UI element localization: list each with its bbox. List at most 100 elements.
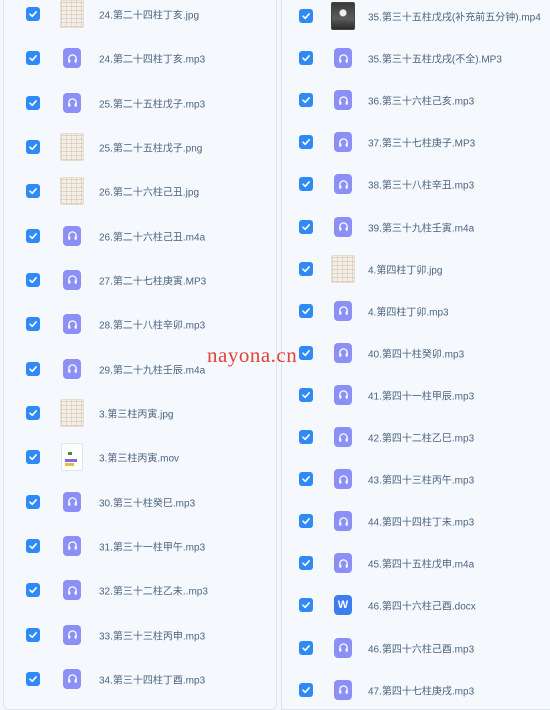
- row-checkbox[interactable]: [299, 556, 313, 571]
- headphones-icon: [334, 174, 352, 195]
- file-row[interactable]: 38.第三十八柱辛丑.mp3: [282, 166, 550, 202]
- file-row[interactable]: 4.第四柱丁卯.jpg: [282, 251, 550, 287]
- row-checkbox[interactable]: [26, 583, 40, 598]
- audio-file-icon: [331, 466, 355, 492]
- file-row[interactable]: W 46.第四十六柱己酉.docx: [282, 587, 550, 623]
- file-row[interactable]: 3.第三柱丙寅.jpg: [4, 395, 276, 431]
- file-row[interactable]: 24.第二十四柱丁亥.jpg: [4, 0, 276, 32]
- row-checkbox[interactable]: [299, 387, 313, 402]
- file-row[interactable]: 41.第四十一柱甲辰.mp3: [282, 377, 550, 413]
- file-row[interactable]: 31.第三十一柱甲午.mp3: [4, 528, 276, 564]
- headphones-icon: [63, 314, 81, 335]
- row-checkbox[interactable]: [299, 682, 313, 697]
- headphones-icon: [334, 48, 352, 69]
- photo-thumbnail-icon: [331, 2, 355, 30]
- file-name: 37.第三十七柱庚子.MP3: [368, 138, 476, 150]
- image-thumbnail-icon: [60, 398, 84, 427]
- file-name: 43.第四十三柱丙午.mp3: [368, 475, 475, 487]
- audio-file-icon: [331, 45, 355, 71]
- file-row[interactable]: 47.第四十七柱庚戌.mp3: [282, 672, 550, 708]
- file-list-right-panel: 35.第三十五柱戊戌(补充前五分钟).mp4 35.第三十五柱戊戌(不全).MP3…: [281, 0, 550, 710]
- file-row[interactable]: 25.第二十五柱戊子.png: [4, 129, 276, 165]
- row-checkbox[interactable]: [26, 7, 40, 21]
- photo-thumbnail-icon: [331, 254, 355, 283]
- image-thumbnail-icon: [60, 177, 84, 206]
- file-row[interactable]: 33.第三十三柱丙申.mp3: [4, 617, 276, 653]
- file-list-right: 35.第三十五柱戊戌(补充前五分钟).mp4 35.第三十五柱戊戌(不全).MP3…: [282, 0, 550, 709]
- file-row[interactable]: 42.第四十二柱乙巳.mp3: [282, 419, 550, 455]
- audio-file-icon: [60, 622, 84, 648]
- headphones-icon: [334, 300, 352, 321]
- headphones-icon: [63, 668, 81, 689]
- row-checkbox[interactable]: [26, 139, 40, 154]
- row-checkbox[interactable]: [26, 228, 40, 243]
- audio-file-icon: [60, 267, 84, 293]
- row-checkbox[interactable]: [26, 538, 40, 553]
- headphones-icon: [334, 427, 352, 447]
- row-checkbox[interactable]: [26, 51, 40, 66]
- file-row[interactable]: 34.第三十四柱丁酉.mp3: [4, 661, 276, 697]
- row-checkbox[interactable]: [26, 405, 40, 420]
- row-checkbox[interactable]: [299, 135, 313, 150]
- file-row[interactable]: 25.第二十五柱戊子.mp3: [4, 85, 276, 121]
- audio-file-icon: [331, 340, 355, 366]
- row-checkbox[interactable]: [299, 261, 313, 276]
- file-row[interactable]: 3.第三柱丙寅.mov: [4, 439, 276, 475]
- row-checkbox[interactable]: [299, 598, 313, 613]
- file-row[interactable]: 32.第三十二柱乙未..mp3: [4, 572, 276, 608]
- row-checkbox[interactable]: [26, 272, 40, 287]
- file-name: 24.第二十四柱丁亥.mp3: [99, 54, 206, 66]
- row-checkbox[interactable]: [299, 219, 313, 234]
- file-row[interactable]: 36.第三十六柱己亥.mp3: [282, 82, 550, 118]
- photo-thumbnail-icon: [60, 132, 84, 161]
- audio-file-icon: [60, 223, 84, 249]
- file-row[interactable]: 43.第四十三柱丙午.mp3: [282, 461, 550, 497]
- row-checkbox[interactable]: [299, 640, 313, 655]
- file-row[interactable]: 40.第四十柱癸卯.mp3: [282, 335, 550, 371]
- row-checkbox[interactable]: [299, 93, 313, 108]
- file-name: 36.第三十六柱己亥.mp3: [368, 96, 475, 108]
- row-checkbox[interactable]: [26, 494, 40, 509]
- file-row[interactable]: 39.第三十九柱壬寅.m4a: [282, 209, 550, 245]
- row-checkbox[interactable]: [26, 184, 40, 199]
- file-name: 25.第二十五柱戊子.mp3: [99, 99, 206, 111]
- file-row[interactable]: 27.第二十七柱庚寅.MP3: [4, 262, 276, 298]
- row-checkbox[interactable]: [26, 95, 40, 110]
- file-name: 46.第四十六柱己酉.mp3: [368, 644, 475, 655]
- file-row[interactable]: 30.第三十柱癸巳.mp3: [4, 484, 276, 520]
- file-row[interactable]: 29.第二十九柱壬辰.m4a: [4, 351, 276, 387]
- image-thumbnail-icon: [60, 0, 84, 28]
- row-checkbox[interactable]: [26, 317, 40, 332]
- file-name: 39.第三十九柱壬寅.m4a: [368, 223, 475, 234]
- file-name: 35.第三十五柱戊戌(补充前五分钟).mp4: [368, 12, 541, 24]
- row-checkbox[interactable]: [26, 450, 40, 465]
- row-checkbox[interactable]: [26, 671, 40, 686]
- row-checkbox[interactable]: [299, 430, 313, 444]
- row-checkbox[interactable]: [299, 9, 313, 23]
- row-checkbox[interactable]: [26, 361, 40, 376]
- row-checkbox[interactable]: [299, 514, 313, 529]
- file-row[interactable]: 24.第二十四柱丁亥.mp3: [4, 40, 276, 76]
- row-checkbox[interactable]: [299, 472, 313, 487]
- file-row[interactable]: 26.第二十六柱己丑.m4a: [4, 218, 276, 254]
- row-checkbox[interactable]: [299, 303, 313, 318]
- file-row[interactable]: 35.第三十五柱戊戌(不全).MP3: [282, 40, 550, 76]
- file-row[interactable]: 26.第二十六柱己丑.jpg: [4, 173, 276, 209]
- file-name: 26.第二十六柱己丑.m4a: [99, 232, 206, 244]
- file-name: 47.第四十七柱庚戌.mp3: [368, 686, 475, 698]
- headphones-icon: [63, 225, 81, 246]
- file-name: 40.第四十柱癸卯.mp3: [368, 349, 465, 361]
- headphones-icon: [334, 553, 352, 574]
- file-row[interactable]: 35.第三十五柱戊戌(补充前五分钟).mp4: [282, 0, 550, 34]
- file-row[interactable]: 46.第四十六柱己酉.mp3: [282, 630, 550, 666]
- row-checkbox[interactable]: [299, 177, 313, 192]
- row-checkbox[interactable]: [299, 51, 313, 66]
- file-row[interactable]: 44.第四十四柱丁未.mp3: [282, 503, 550, 539]
- row-checkbox[interactable]: [299, 345, 313, 360]
- file-row[interactable]: 4.第四柱丁卯.mp3: [282, 293, 550, 329]
- audio-file-icon: [331, 214, 355, 240]
- file-row[interactable]: 28.第二十八柱辛卯.mp3: [4, 306, 276, 342]
- file-row[interactable]: 37.第三十七柱庚子.MP3: [282, 124, 550, 160]
- file-row[interactable]: 45.第四十五柱戊申.m4a: [282, 545, 550, 581]
- row-checkbox[interactable]: [26, 627, 40, 642]
